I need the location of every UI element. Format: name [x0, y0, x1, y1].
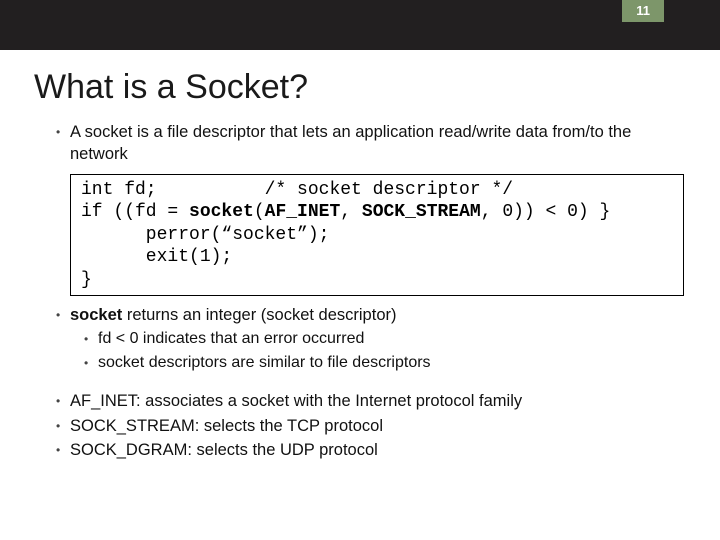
bullet-returns-text: socket returns an integer (socket descri… — [70, 304, 684, 326]
slide: 11 What is a Socket? • A socket is a fil… — [0, 0, 720, 540]
sock-stream-text: SOCK_STREAM: selects the TCP protocol — [70, 415, 684, 437]
bullet-returns: • socket returns an integer (socket desc… — [56, 304, 684, 326]
bullet-dot-icon: • — [56, 304, 70, 326]
code-line-2e: , — [340, 202, 362, 222]
bullet-sock-stream: • SOCK_STREAM: selects the TCP protocol — [56, 415, 684, 437]
af-inet-text: AF_INET: associates a socket with the In… — [70, 390, 684, 412]
code-line-2g: , 0)) < 0) } — [481, 202, 611, 222]
sock-dgram-text: SOCK_DGRAM: selects the UDP protocol — [70, 439, 684, 461]
socket-keyword: socket — [70, 306, 122, 324]
slide-title: What is a Socket? — [34, 68, 720, 107]
bullet-returns-sub2: • socket descriptors are similar to file… — [84, 352, 684, 374]
bullet-intro-text: A socket is a file descriptor that lets … — [70, 121, 684, 166]
bullet-dot-icon: • — [56, 390, 70, 412]
returns-sub2-text: socket descriptors are similar to file d… — [98, 352, 684, 374]
code-sock-stream: SOCK_STREAM — [362, 202, 481, 222]
code-line-5: } — [81, 270, 92, 290]
code-af-inet: AF_INET — [265, 202, 341, 222]
bullet-returns-sub1: • fd < 0 indicates that an error occurre… — [84, 328, 684, 350]
code-block: int fd; /* socket descriptor */ if ((fd … — [70, 174, 684, 297]
bullet-dot-icon: • — [84, 328, 98, 350]
code-line-4: exit(1); — [81, 247, 232, 267]
bullet-dot-icon: • — [56, 415, 70, 437]
bullet-intro: • A socket is a file descriptor that let… — [56, 121, 684, 166]
code-line-2c: ( — [254, 202, 265, 222]
bullet-dot-icon: • — [56, 439, 70, 461]
code-line-1: int fd; /* socket descriptor */ — [81, 180, 513, 200]
top-bar: 11 — [0, 0, 720, 50]
slide-body: • A socket is a file descriptor that let… — [0, 121, 720, 461]
code-line-2a: if ((fd = — [81, 202, 189, 222]
bullet-dot-icon: • — [56, 121, 70, 166]
bullet-af-inet: • AF_INET: associates a socket with the … — [56, 390, 684, 412]
code-socket-fn: socket — [189, 202, 254, 222]
returns-rest: returns an integer (socket descriptor) — [122, 306, 396, 324]
spacer — [56, 376, 684, 390]
bullet-sock-dgram: • SOCK_DGRAM: selects the UDP protocol — [56, 439, 684, 461]
page-number-badge: 11 — [622, 0, 664, 22]
code-line-3: perror(“socket”); — [81, 225, 329, 245]
returns-sub1-text: fd < 0 indicates that an error occurred — [98, 328, 684, 350]
bullet-dot-icon: • — [84, 352, 98, 374]
